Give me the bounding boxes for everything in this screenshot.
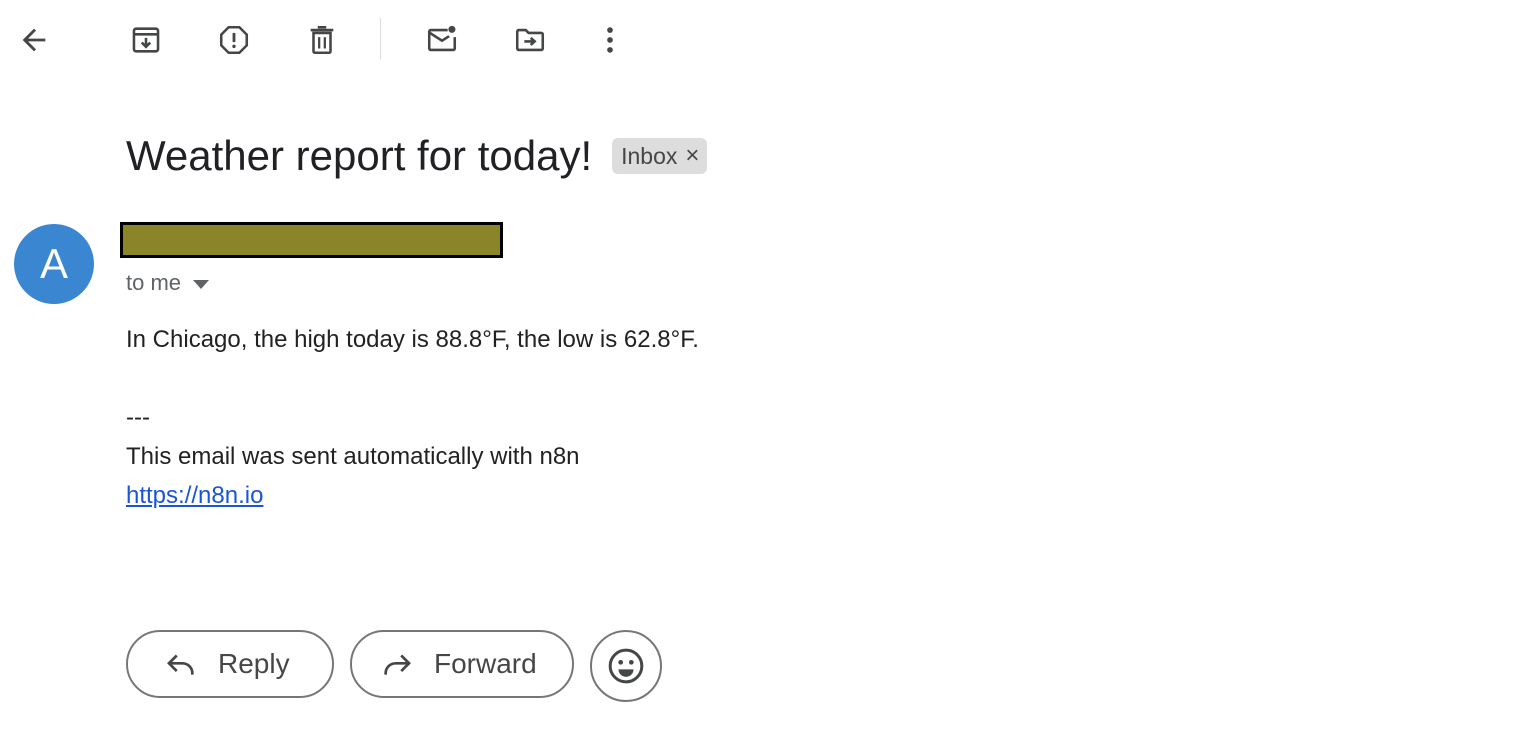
arrow-left-icon: [22, 28, 46, 52]
forward-icon: [384, 654, 411, 675]
smiley-icon: [608, 648, 644, 684]
report-spam-button[interactable]: [210, 16, 258, 64]
avatar-initial: A: [39, 240, 68, 287]
mail-unread-icon: [427, 25, 457, 52]
trash-icon: [310, 25, 334, 55]
recipients-text: to me: [126, 270, 182, 295]
reply-label: Reply: [218, 648, 290, 679]
recipients-toggle[interactable]: to me: [126, 270, 210, 296]
more-options-button[interactable]: [586, 16, 634, 64]
delete-button[interactable]: [298, 16, 346, 64]
reply-icon: [167, 654, 194, 675]
signature-separator: ---: [126, 404, 150, 431]
emoji-reaction-button[interactable]: [590, 630, 662, 702]
email-body-line: In Chicago, the high today is 88.8°F, th…: [126, 326, 699, 353]
email-subject: Weather report for today!: [126, 132, 593, 179]
label-chip-inbox[interactable]: Inbox ×: [612, 138, 708, 174]
report-spam-icon: [219, 25, 249, 55]
sender-avatar[interactable]: A: [14, 224, 94, 304]
archive-button[interactable]: [122, 16, 170, 64]
email-view: Weather report for today! Inbox × A to m…: [0, 0, 1536, 736]
forward-label: Forward: [434, 648, 537, 679]
reply-button[interactable]: Reply: [126, 630, 334, 698]
label-chip-text: Inbox: [621, 142, 678, 169]
signature-text: This email was sent automatically with n…: [126, 443, 580, 470]
mark-unread-button[interactable]: [418, 16, 466, 64]
toolbar-divider: [380, 18, 381, 60]
subject-row: Weather report for today! Inbox ×: [126, 128, 708, 184]
more-vert-icon: [607, 27, 613, 53]
folder-move-icon: [515, 28, 545, 52]
forward-button[interactable]: Forward: [350, 630, 574, 698]
chevron-down-icon: [193, 279, 210, 289]
sender-name-redacted: [120, 222, 503, 258]
move-to-button[interactable]: [506, 16, 554, 64]
signature-link[interactable]: https://n8n.io: [126, 482, 263, 509]
back-button[interactable]: [10, 16, 58, 64]
remove-label-icon[interactable]: ×: [685, 144, 699, 168]
archive-icon: [132, 27, 160, 53]
